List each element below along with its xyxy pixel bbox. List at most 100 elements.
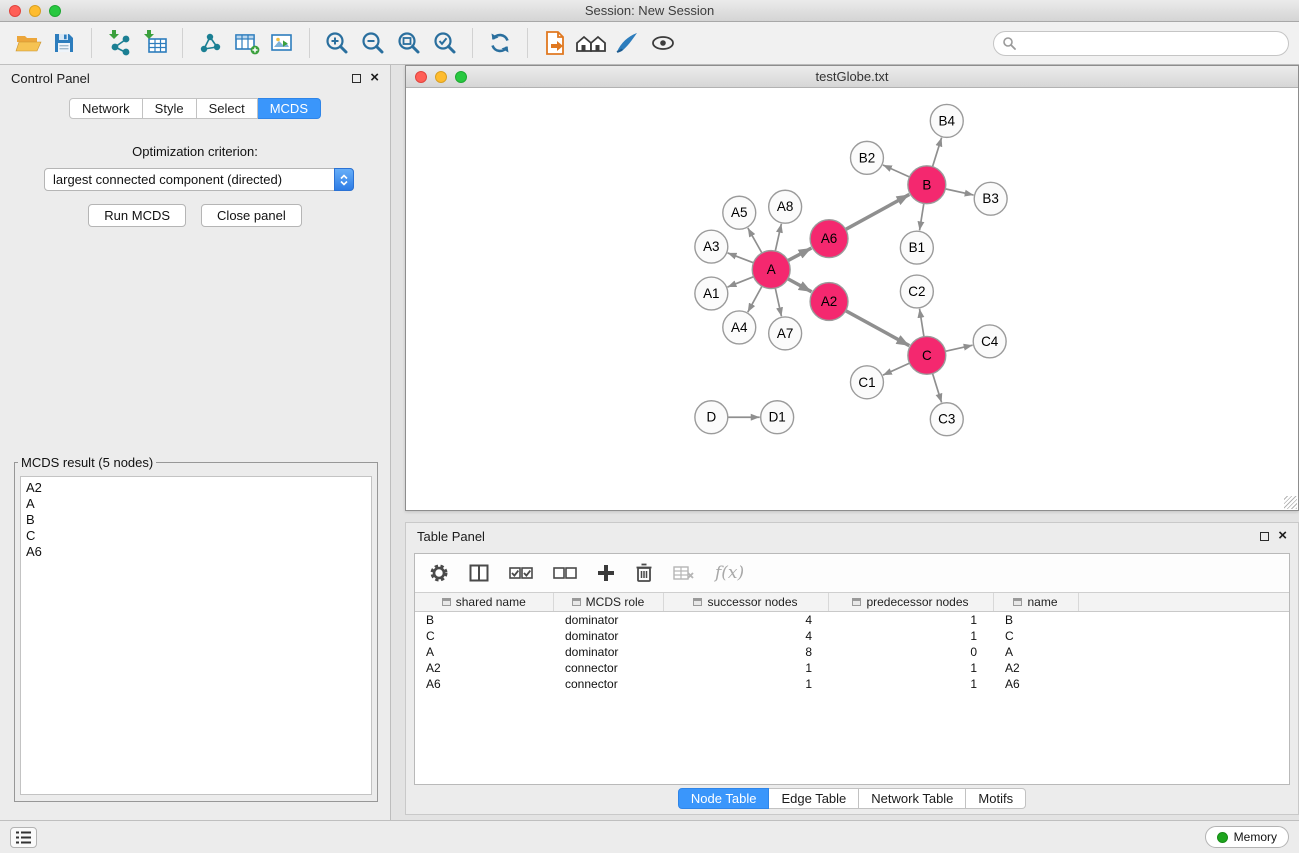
search-input[interactable]: [1021, 35, 1280, 52]
close-panel-button[interactable]: Close panel: [201, 204, 302, 227]
graph-node-A5[interactable]: A5: [723, 196, 756, 229]
cell-shared-name[interactable]: A: [415, 644, 553, 660]
cell-predecessor-nodes[interactable]: 1: [828, 628, 993, 644]
graph-node-D[interactable]: D: [695, 401, 728, 434]
minimize-window-button[interactable]: [29, 5, 41, 17]
save-session-button[interactable]: [46, 25, 82, 61]
graph-edge-B-B2[interactable]: [883, 165, 910, 177]
zoom-fit-button[interactable]: [391, 25, 427, 61]
graph-edge-A-A2[interactable]: [788, 279, 812, 292]
cell-MCDS-role[interactable]: connector: [553, 660, 663, 676]
unselect-all-button[interactable]: [553, 566, 577, 580]
optimization-dropdown[interactable]: largest connected component (directed): [44, 168, 354, 191]
cell-predecessor-nodes[interactable]: 1: [828, 676, 993, 692]
column-header-predecessor-nodes[interactable]: predecessor nodes: [828, 593, 993, 612]
function-builder-button[interactable]: f(x): [715, 563, 744, 583]
window-resize-grip[interactable]: [1284, 496, 1297, 509]
network-window-titlebar[interactable]: testGlobe.txt: [406, 66, 1298, 88]
graph-node-A3[interactable]: A3: [695, 230, 728, 263]
close-window-button[interactable]: [9, 5, 21, 17]
graph-node-B2[interactable]: B2: [851, 141, 884, 174]
toolbar-search-box[interactable]: [993, 31, 1289, 56]
cell-shared-name[interactable]: A2: [415, 660, 553, 676]
cell-shared-name[interactable]: C: [415, 628, 553, 644]
table-row[interactable]: A2connector11A2: [415, 660, 1289, 676]
graph-node-B1[interactable]: B1: [900, 231, 933, 264]
graph-edge-B-B3[interactable]: [945, 189, 973, 195]
cell-MCDS-role[interactable]: connector: [553, 676, 663, 692]
cell-shared-name[interactable]: A6: [415, 676, 553, 692]
cell-successor-nodes[interactable]: 1: [663, 676, 828, 692]
tab-network[interactable]: Network: [69, 98, 143, 119]
graph-node-B4[interactable]: B4: [930, 104, 963, 137]
mcds-result-list[interactable]: A2ABCA6: [20, 476, 372, 795]
graph-edge-A-A3[interactable]: [728, 253, 754, 263]
float-panel-icon[interactable]: [352, 74, 361, 83]
graph-edge-A-A7[interactable]: [775, 288, 781, 316]
cell-predecessor-nodes[interactable]: 0: [828, 644, 993, 660]
tab-edge-table[interactable]: Edge Table: [769, 788, 859, 809]
refresh-layout-button[interactable]: [482, 25, 518, 61]
graph-node-C[interactable]: C: [908, 336, 946, 374]
cell-name[interactable]: A2: [993, 660, 1078, 676]
import-network-button[interactable]: [101, 25, 137, 61]
tab-network-table[interactable]: Network Table: [859, 788, 966, 809]
cell-successor-nodes[interactable]: 4: [663, 612, 828, 629]
graph-node-A2[interactable]: A2: [810, 283, 848, 321]
cell-MCDS-role[interactable]: dominator: [553, 644, 663, 660]
close-network-button[interactable]: [415, 71, 427, 83]
column-header-name[interactable]: name: [993, 593, 1078, 612]
show-graphics-details-button[interactable]: [645, 25, 681, 61]
graph-edge-A-A1[interactable]: [727, 277, 753, 287]
minimize-network-button[interactable]: [435, 71, 447, 83]
import-table-button[interactable]: [137, 25, 173, 61]
graph-node-C4[interactable]: C4: [973, 325, 1006, 358]
result-item[interactable]: A: [26, 496, 366, 512]
paint-style-button[interactable]: [609, 25, 645, 61]
cell-predecessor-nodes[interactable]: 1: [828, 612, 993, 629]
cell-name[interactable]: C: [993, 628, 1078, 644]
table-row[interactable]: Bdominator41B: [415, 612, 1289, 629]
graph-node-B3[interactable]: B3: [974, 182, 1007, 215]
graph-edge-B-B1[interactable]: [920, 204, 924, 231]
column-header-shared-name[interactable]: shared name: [415, 593, 553, 612]
cell-successor-nodes[interactable]: 1: [663, 660, 828, 676]
open-session-button[interactable]: [10, 25, 46, 61]
cell-MCDS-role[interactable]: dominator: [553, 628, 663, 644]
cell-successor-nodes[interactable]: 4: [663, 628, 828, 644]
export-image-button[interactable]: [264, 25, 300, 61]
graph-edge-A-A5[interactable]: [748, 228, 762, 253]
tab-select[interactable]: Select: [197, 98, 258, 119]
result-item[interactable]: B: [26, 512, 366, 528]
zoom-in-button[interactable]: [319, 25, 355, 61]
cell-predecessor-nodes[interactable]: 1: [828, 660, 993, 676]
graph-node-A[interactable]: A: [752, 251, 790, 289]
graph-edge-C-C3[interactable]: [933, 373, 942, 402]
run-mcds-button[interactable]: Run MCDS: [88, 204, 186, 227]
table-panel-header[interactable]: Table Panel ×: [406, 523, 1298, 549]
graph-edge-C-C1[interactable]: [883, 363, 910, 375]
add-column-button[interactable]: [597, 564, 615, 582]
column-header-successor-nodes[interactable]: successor nodes: [663, 593, 828, 612]
result-item[interactable]: A2: [26, 480, 366, 496]
graph-edge-B-B4[interactable]: [933, 138, 942, 167]
delete-table-button[interactable]: [673, 565, 695, 581]
column-header-MCDS-role[interactable]: MCDS role: [553, 593, 663, 612]
tab-node-table[interactable]: Node Table: [678, 788, 770, 809]
network-canvas[interactable]: B4B2BB3A8A5A6A3B1AC2A1A2A4A7C4CC1C3DD1: [406, 88, 1298, 510]
graph-node-A6[interactable]: A6: [810, 220, 848, 258]
export-document-button[interactable]: [537, 25, 573, 61]
tab-style[interactable]: Style: [143, 98, 197, 119]
table-row[interactable]: Cdominator41C: [415, 628, 1289, 644]
cell-MCDS-role[interactable]: dominator: [553, 612, 663, 629]
home-button[interactable]: [573, 25, 609, 61]
graph-edge-A6-B[interactable]: [846, 194, 910, 229]
result-item[interactable]: C: [26, 528, 366, 544]
graph-edge-A-A6[interactable]: [788, 248, 812, 261]
control-panel-header[interactable]: Control Panel ×: [0, 65, 390, 91]
new-network-button[interactable]: [192, 25, 228, 61]
memory-button[interactable]: Memory: [1205, 826, 1289, 848]
network-graph[interactable]: B4B2BB3A8A5A6A3B1AC2A1A2A4A7C4CC1C3DD1: [406, 88, 1298, 510]
graph-node-A4[interactable]: A4: [723, 311, 756, 344]
graph-node-C3[interactable]: C3: [930, 403, 963, 436]
